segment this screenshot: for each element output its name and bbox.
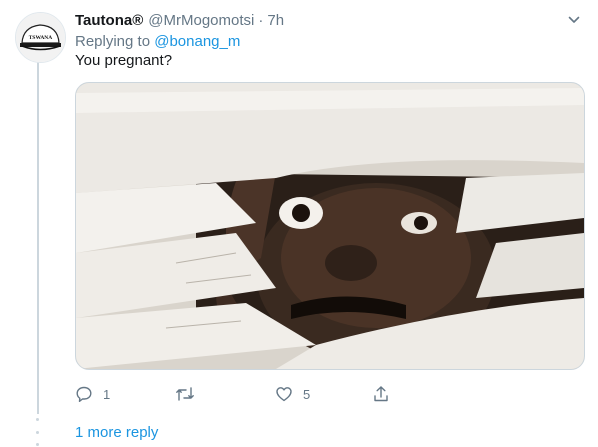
display-name[interactable]: Tautona® [75, 12, 143, 29]
dot [36, 430, 39, 434]
tweet-timestamp[interactable]: 7h [267, 12, 284, 29]
more-replies-dots [36, 418, 40, 446]
tweet-actions: 1 5 [75, 384, 405, 404]
tweet-text: You pregnant? [75, 52, 173, 69]
media-photo [76, 83, 584, 369]
like-button[interactable]: 5 [275, 384, 310, 404]
reply-button[interactable]: 1 [75, 384, 110, 404]
share-icon [374, 386, 388, 402]
chevron-down-icon [568, 16, 580, 23]
avatar-image: TSWANA [16, 13, 65, 62]
thread-line [37, 62, 39, 414]
replying-to-mention[interactable]: @bonang_m [154, 33, 240, 50]
reply-icon [76, 386, 92, 402]
tweet-header: Tautona® @MrMogomotsi · 7h [75, 12, 574, 32]
share-button[interactable] [372, 384, 390, 404]
user-handle[interactable]: @MrMogomotsi [148, 12, 254, 29]
dot [36, 443, 39, 446]
dot [36, 418, 39, 421]
separator-dot: · [258, 12, 264, 29]
heart-icon [276, 387, 292, 402]
replying-to: Replying to @bonang_m [75, 33, 240, 50]
tweet-media[interactable] [75, 82, 585, 370]
retweet-icon [176, 387, 194, 401]
replying-to-label: Replying to [75, 33, 151, 50]
avatar[interactable]: TSWANA [15, 12, 66, 63]
more-replies-link[interactable]: 1 more reply [75, 424, 158, 441]
like-count: 5 [303, 386, 311, 402]
avatar-cap-text: TSWANA [29, 35, 53, 41]
reply-count: 1 [103, 386, 111, 402]
retweet-button[interactable] [175, 384, 205, 404]
tweet-menu-caret[interactable] [564, 10, 584, 30]
